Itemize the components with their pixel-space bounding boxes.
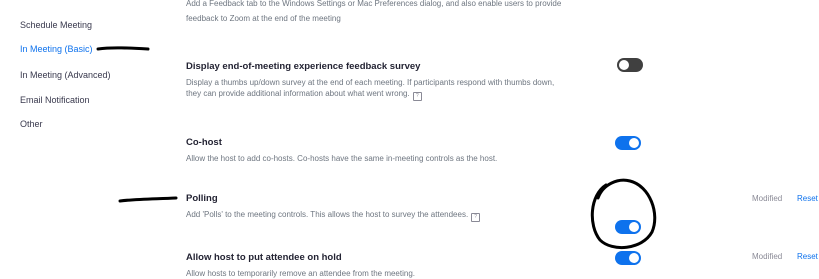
- annotation-stroke-polling: [118, 196, 178, 203]
- annotation-stroke-sidebar: [96, 46, 150, 51]
- annotation-circle-polling-toggle: [590, 178, 657, 250]
- hand-drawn-annotations: [96, 46, 657, 250]
